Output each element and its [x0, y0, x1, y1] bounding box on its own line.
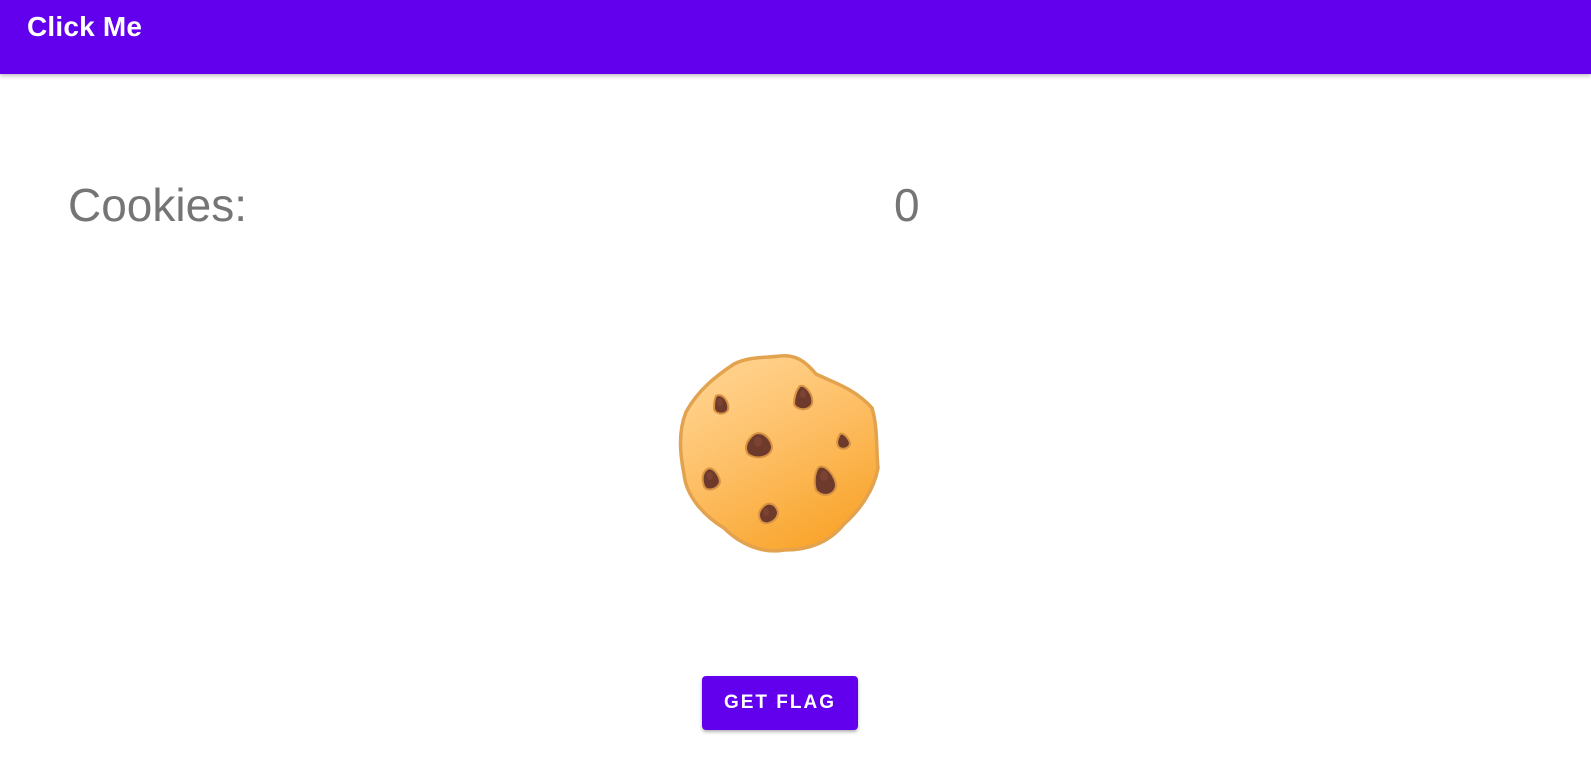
app-title: Click Me — [27, 11, 143, 42]
get-flag-button[interactable]: GET FLAG — [702, 676, 858, 730]
cookie-counter-value: 0 — [894, 179, 920, 231]
cookie-icon[interactable] — [676, 350, 884, 558]
app-bar: Click Me — [0, 0, 1591, 74]
cookie-counter-label: Cookies: — [68, 179, 247, 231]
